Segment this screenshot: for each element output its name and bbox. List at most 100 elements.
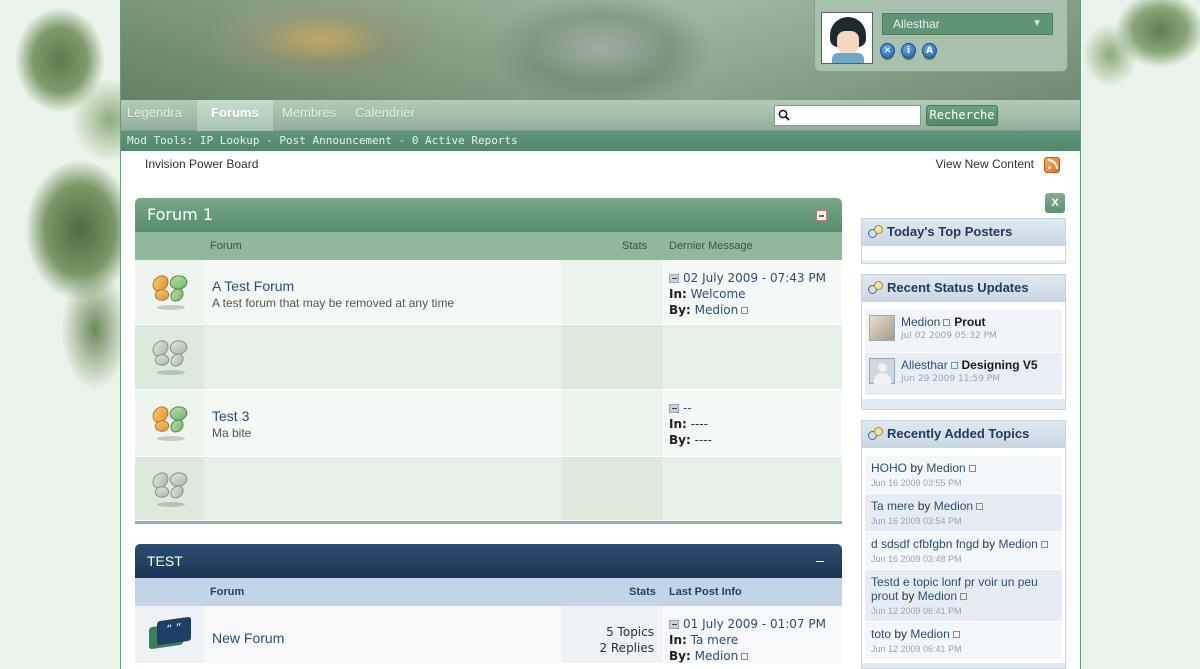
breadcrumb[interactable]: Invision Power Board — [145, 157, 258, 171]
profile-popup-icon[interactable] — [1040, 541, 1048, 548]
profile-popup-icon[interactable] — [952, 631, 960, 638]
go-to-last-post-icon[interactable] — [669, 620, 679, 629]
status-item: Medion Prout Jul 02 2009 05:32 PM — [865, 310, 1062, 352]
list-item: toto by Medion Jun 12 2009 06:41 PM — [865, 622, 1062, 659]
search-button[interactable]: Recherche — [926, 105, 998, 126]
user-action-icons: ✕ i A — [880, 43, 937, 58]
status-author-link[interactable]: Medion — [901, 315, 940, 329]
list-item: Ta mere by Medion Jun 16 2009 03:54 PM — [865, 494, 1062, 531]
sidebar-recent-topics: Recently Added Topics HOHO by Medion Jun… — [861, 420, 1066, 669]
logout-icon[interactable]: ✕ — [880, 43, 895, 58]
sidebar-top-posters: Today's Top Posters — [861, 218, 1066, 264]
chevron-down-icon: ▼ — [1032, 18, 1042, 29]
sidebar-block-header: Recent Status Updates — [862, 275, 1065, 302]
status-item: Allesthar Designing V5 Jun 29 2009 11:59… — [865, 353, 1062, 395]
category-title[interactable]: Forum 1 — [147, 205, 213, 224]
forum-name-link[interactable]: Test 3 — [212, 408, 553, 424]
tab-calendrier[interactable]: Calendrier — [355, 105, 415, 120]
mod-tool-ip-lookup[interactable]: IP Lookup — [200, 134, 260, 147]
last-post-date[interactable]: 02 July 2009 - 07:43 PM — [683, 271, 826, 285]
go-to-last-post-icon[interactable] — [669, 274, 679, 283]
topic-author-link[interactable]: Medion — [926, 461, 965, 475]
mod-tool-post-announcement[interactable]: Post Announcement — [279, 134, 392, 147]
status-date: Jun 29 2009 11:59 PM — [901, 374, 1000, 384]
page-wrapper: Allesthar ▼ ✕ i A Legendra Forums Membre… — [120, 0, 1081, 669]
rss-icon[interactable] — [1044, 157, 1060, 173]
profile-popup-icon[interactable] — [741, 653, 749, 660]
last-post-info: 01 July 2009 - 01:07 PM In: Ta mere By: … — [662, 606, 842, 663]
last-post-author-link[interactable]: Medion — [695, 303, 739, 317]
sidebar-close-button[interactable]: X — [1045, 193, 1065, 213]
collapse-icon[interactable]: – — [816, 552, 827, 568]
profile-popup-icon[interactable] — [741, 307, 749, 314]
avatar[interactable] — [869, 315, 895, 341]
topic-link[interactable]: Ta mere — [871, 499, 914, 513]
forum-row — [135, 457, 842, 521]
username: Allesthar — [893, 17, 940, 31]
forum-description: Ma bite — [212, 426, 252, 440]
view-new-content-link[interactable]: View New Content — [936, 157, 1035, 171]
avatar[interactable] — [821, 12, 873, 64]
status-author-link[interactable]: Allesthar — [901, 358, 948, 372]
column-headers: Forum Stats Last Post Info — [135, 578, 842, 606]
tab-forums[interactable]: Forums — [197, 100, 273, 131]
profile-popup-icon[interactable] — [960, 593, 968, 600]
user-menu-dropdown[interactable]: Allesthar ▼ — [882, 13, 1053, 35]
list-item: HOHO by Medion Jun 16 2009 03:55 PM — [865, 456, 1062, 493]
users-icon — [868, 281, 883, 296]
mod-tool-active-reports[interactable]: 0 Active Reports — [412, 134, 518, 147]
status-text: Prout — [954, 315, 986, 329]
topic-author-link[interactable]: Medion — [918, 589, 957, 603]
forum-no-new-posts-icon — [149, 337, 191, 377]
user-panel: Allesthar ▼ ✕ i A — [814, 0, 1068, 72]
col-forum: Forum — [210, 586, 245, 598]
forum-row — [135, 325, 842, 390]
profile-popup-icon[interactable] — [950, 362, 958, 369]
forum-stats: 5 Topics 2 Replies — [561, 606, 662, 663]
last-post-date[interactable]: 01 July 2009 - 01:07 PM — [683, 617, 826, 631]
topic-link[interactable]: toto — [871, 627, 891, 641]
new-topic-icon — [868, 427, 883, 442]
list-item: d sdsdf cfbfgbn fngd by Medion Jun 16 20… — [865, 532, 1062, 569]
main-nav: Legendra Forums Membres Calendrier Reche… — [121, 100, 1080, 131]
background-foliage-left — [0, 0, 140, 669]
topic-link[interactable]: d sdsdf cfbfgbn fngd — [871, 537, 979, 551]
forum-new-posts-icon — [149, 272, 191, 312]
topic-link[interactable]: HOHO — [871, 461, 907, 475]
profile-popup-icon[interactable] — [943, 319, 951, 326]
forum-row: A Test Forum A test forum that may be re… — [135, 260, 842, 325]
topic-author-link[interactable]: Medion — [934, 499, 973, 513]
col-last-post: Last Post Info — [669, 586, 742, 598]
tab-membres[interactable]: Membres — [282, 105, 336, 120]
search-icon — [778, 109, 790, 121]
tab-legendra[interactable]: Legendra — [127, 105, 182, 120]
topic-author-link[interactable]: Medion — [998, 537, 1037, 551]
search-input[interactable] — [774, 105, 921, 126]
category-header: TEST – — [135, 544, 842, 578]
status-date: Jul 02 2009 05:32 PM — [901, 331, 997, 341]
sidebar-block-header: Recently Added Topics — [862, 421, 1065, 448]
col-last-post: Dernier Message — [669, 240, 753, 252]
profile-popup-icon[interactable] — [968, 465, 976, 472]
list-item: Testd e topic lonf pr voir un peu prout … — [865, 570, 1062, 621]
category-title[interactable]: TEST — [147, 553, 183, 569]
forum-name-link[interactable]: A Test Forum — [212, 278, 553, 294]
forum-name-link[interactable]: New Forum — [212, 630, 553, 646]
profile-popup-icon[interactable] — [976, 503, 984, 510]
forum-row: “ ” New Forum 5 Topics 2 Replies 01 July… — [135, 606, 842, 664]
avatar[interactable] — [869, 358, 895, 384]
last-post-author-link[interactable]: Medion — [695, 649, 739, 663]
go-to-last-post-icon[interactable] — [669, 404, 679, 413]
forum-description: A test forum that may be removed at any … — [212, 296, 455, 310]
last-post-topic: ---- — [690, 417, 708, 431]
status-text: Designing V5 — [961, 358, 1038, 372]
info-icon[interactable]: i — [901, 43, 916, 58]
last-post-author: ---- — [694, 433, 712, 447]
last-post-topic-link[interactable]: Welcome — [691, 287, 746, 301]
column-headers: Forum Stats Dernier Message — [135, 232, 842, 260]
background-foliage-right — [1060, 0, 1200, 140]
topic-author-link[interactable]: Medion — [910, 627, 949, 641]
collapse-icon[interactable] — [816, 210, 827, 221]
last-post-topic-link[interactable]: Ta mere — [691, 633, 739, 647]
admin-icon[interactable]: A — [922, 43, 937, 58]
